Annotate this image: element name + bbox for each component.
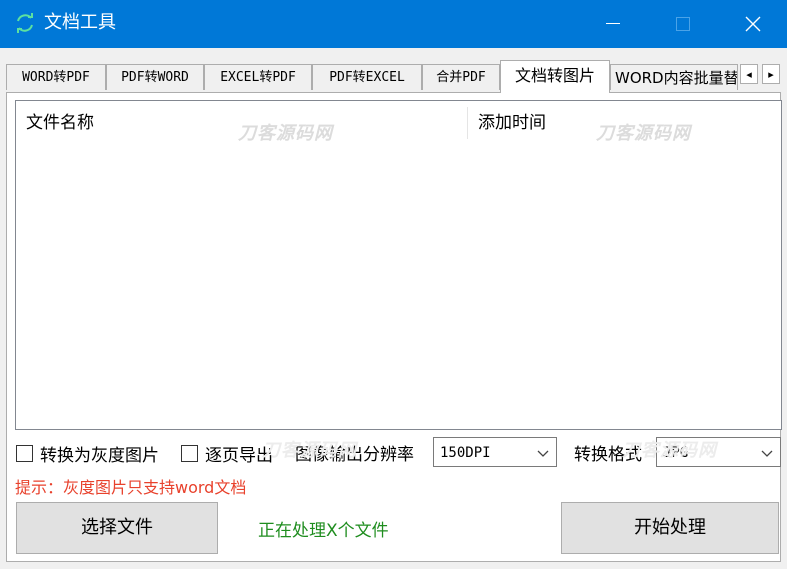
tab-word-batch-replace[interactable]: WORD内容批量替 bbox=[610, 64, 738, 90]
start-processing-button[interactable]: 开始处理 bbox=[561, 502, 779, 554]
close-icon bbox=[745, 16, 761, 32]
minimize-icon bbox=[606, 23, 620, 24]
tab-pdf-to-excel[interactable]: PDF转EXCEL bbox=[312, 64, 422, 90]
grayscale-option[interactable]: 转换为灰度图片 bbox=[16, 442, 159, 466]
minimize-button[interactable] bbox=[590, 0, 636, 48]
tab-word-to-pdf[interactable]: WORD转PDF bbox=[6, 64, 106, 90]
tab-scroll-right-button[interactable]: ▸ bbox=[762, 64, 780, 84]
refresh-icon bbox=[14, 12, 36, 34]
grayscale-label: 转换为灰度图片 bbox=[40, 445, 159, 466]
status-text: 正在处理X个文件 bbox=[258, 521, 389, 541]
tab-merge-pdf[interactable]: 合并PDF bbox=[422, 64, 500, 90]
watermark: 刀客源码网 bbox=[238, 123, 333, 144]
per-page-option[interactable]: 逐页导出 bbox=[181, 442, 273, 466]
watermark: 刀客源码网 bbox=[622, 440, 717, 461]
chevron-down-icon bbox=[761, 450, 773, 457]
close-button[interactable] bbox=[730, 0, 776, 48]
arrow-left-icon: ◂ bbox=[746, 67, 752, 81]
maximize-button[interactable] bbox=[660, 0, 706, 48]
title-bar: 文档工具 bbox=[0, 0, 787, 48]
resolution-select[interactable]: 150DPI bbox=[433, 437, 557, 467]
window-title: 文档工具 bbox=[44, 12, 116, 33]
tab-scroll-left-button[interactable]: ◂ bbox=[740, 64, 758, 84]
tab-strip: WORD转PDF PDF转WORD EXCEL转PDF PDF转EXCEL 合并… bbox=[6, 60, 787, 93]
watermark: 刀客源码网 bbox=[262, 440, 357, 461]
tab-doc-to-image[interactable]: 文档转图片 bbox=[500, 60, 610, 93]
chevron-down-icon bbox=[537, 450, 549, 457]
tab-excel-to-pdf[interactable]: EXCEL转PDF bbox=[204, 64, 312, 90]
per-page-checkbox[interactable] bbox=[181, 444, 198, 462]
watermark: 刀客源码网 bbox=[596, 123, 691, 144]
select-file-button[interactable]: 选择文件 bbox=[16, 502, 218, 554]
grayscale-checkbox[interactable] bbox=[16, 444, 33, 462]
hint-text: 提示：灰度图片只支持word文档 bbox=[15, 478, 247, 497]
resolution-value: 150DPI bbox=[440, 445, 491, 461]
file-list[interactable]: 文件名称 添加时间 刀客源码网 刀客源码网 bbox=[15, 100, 782, 430]
tab-pdf-to-word[interactable]: PDF转WORD bbox=[106, 64, 204, 90]
arrow-right-icon: ▸ bbox=[768, 67, 774, 81]
maximize-icon bbox=[676, 17, 690, 31]
